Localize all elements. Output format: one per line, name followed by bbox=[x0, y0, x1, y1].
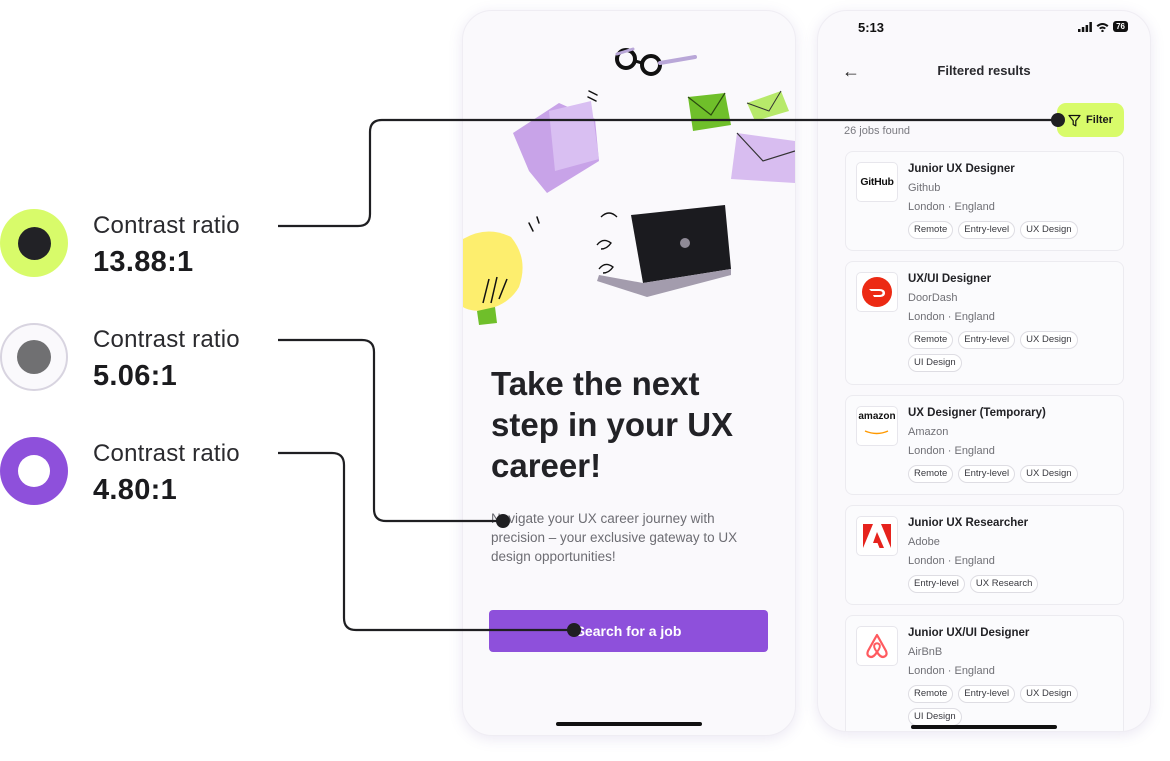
job-tag: UI Design bbox=[908, 708, 962, 726]
legend-value: 13.88:1 bbox=[93, 246, 194, 278]
hero-subtext: Navigate your UX career journey with pre… bbox=[491, 511, 738, 564]
contrast-swatch-grey bbox=[0, 323, 68, 391]
legend-item-1: Contrast ratio 13.88:1 bbox=[93, 212, 240, 279]
job-title: UX Designer (Temporary) bbox=[908, 407, 1046, 419]
job-tag: Entry-level bbox=[958, 331, 1016, 349]
status-icons: 76 bbox=[1078, 21, 1128, 32]
home-indicator bbox=[911, 725, 1057, 729]
job-location: London · England bbox=[908, 201, 995, 213]
job-card[interactable]: UX/UI Designer DoorDash London · England… bbox=[845, 261, 1124, 385]
status-time: 5:13 bbox=[858, 20, 885, 35]
adobe-icon bbox=[863, 524, 891, 548]
job-company: Github bbox=[908, 182, 941, 194]
status-bar: 5:13 76 bbox=[818, 11, 1150, 45]
envelope-icon bbox=[687, 92, 731, 131]
jobs-found-count: 26 jobs found bbox=[844, 125, 911, 137]
page-title: Filtered results bbox=[937, 63, 1031, 78]
legend-label: Contrast ratio bbox=[93, 326, 240, 353]
airbnb-logo bbox=[856, 626, 898, 666]
job-tag: Entry-level bbox=[958, 685, 1016, 703]
legend-value: 4.80:1 bbox=[93, 474, 178, 506]
job-tag: Remote bbox=[908, 685, 954, 703]
battery-icon: 76 bbox=[1113, 21, 1128, 32]
job-tag: UX Research bbox=[969, 575, 1039, 593]
job-tag: UI Design bbox=[908, 354, 962, 372]
job-tag: UX Design bbox=[1020, 221, 1078, 239]
envelope-icon bbox=[731, 132, 795, 183]
job-tag: Remote bbox=[908, 331, 954, 349]
adobe-logo bbox=[856, 516, 898, 556]
job-tag: UX Design bbox=[1020, 465, 1078, 483]
job-location: London · England bbox=[908, 445, 995, 457]
legend-item-3: Contrast ratio 4.80:1 bbox=[93, 440, 240, 507]
job-tag: Entry-level bbox=[958, 221, 1016, 239]
search-job-button[interactable]: Search for a job bbox=[489, 610, 768, 652]
job-tag: UX Design bbox=[1020, 331, 1078, 349]
job-company: Amazon bbox=[908, 426, 949, 438]
laptop-icon bbox=[596, 205, 731, 297]
job-title: UX/UI Designer bbox=[908, 273, 992, 285]
home-indicator bbox=[556, 722, 702, 726]
nav-bar: ← Filtered results bbox=[818, 59, 1150, 83]
amazon-logo-text: amazon bbox=[858, 411, 896, 422]
amazon-logo: amazon bbox=[856, 406, 898, 446]
lightbulb-icon bbox=[463, 216, 540, 325]
envelope-icon bbox=[746, 90, 789, 121]
job-tag: Entry-level bbox=[958, 465, 1016, 483]
job-tag: Remote bbox=[908, 465, 954, 483]
job-title: Junior UX Designer bbox=[908, 163, 1015, 175]
job-tag: Entry-level bbox=[908, 575, 965, 593]
contrast-swatch-dark bbox=[0, 209, 68, 277]
legend-value: 5.06:1 bbox=[93, 360, 178, 392]
airbnb-icon bbox=[866, 633, 888, 659]
legend-label: Contrast ratio bbox=[93, 212, 240, 239]
hero-headline: Take the next step in your UX career! bbox=[491, 365, 734, 484]
job-card[interactable]: amazon UX Designer (Temporary) Amazon Lo… bbox=[845, 395, 1124, 495]
amazon-smile-icon bbox=[864, 430, 889, 435]
job-title: Junior UX/UI Designer bbox=[908, 627, 1030, 639]
job-title: Junior UX Researcher bbox=[908, 517, 1029, 529]
legend-label: Contrast ratio bbox=[93, 440, 240, 467]
job-company: Adobe bbox=[908, 536, 940, 548]
results-screen: 5:13 76 ← Filtered results Filter 26 job… bbox=[817, 10, 1151, 732]
github-logo: GitHub bbox=[856, 162, 898, 202]
doordash-icon bbox=[862, 277, 892, 307]
filter-button[interactable]: Filter bbox=[1057, 103, 1124, 137]
job-tag: Remote bbox=[908, 221, 954, 239]
job-company: AirBnB bbox=[908, 646, 943, 658]
filter-label: Filter bbox=[1086, 114, 1113, 126]
job-card[interactable]: Junior UX Researcher Adobe London · Engl… bbox=[845, 505, 1124, 605]
job-company: DoorDash bbox=[908, 292, 958, 304]
job-tag: UX Design bbox=[1020, 685, 1078, 703]
github-logo-text: GitHub bbox=[860, 176, 894, 188]
job-card[interactable]: GitHub Junior UX Designer Github London … bbox=[845, 151, 1124, 251]
job-card[interactable]: Junior UX/UI Designer AirBnB London · En… bbox=[845, 615, 1124, 731]
doordash-logo bbox=[856, 272, 898, 312]
landing-screen: Take the next step in your UX career! Na… bbox=[462, 10, 796, 736]
signal-icon bbox=[1078, 21, 1092, 32]
job-location: London · England bbox=[908, 311, 995, 323]
folder-icon bbox=[513, 90, 599, 193]
filter-icon bbox=[1068, 114, 1081, 126]
wifi-icon bbox=[1096, 22, 1109, 32]
job-location: London · England bbox=[908, 555, 995, 567]
job-location: London · England bbox=[908, 665, 995, 677]
legend-item-2: Contrast ratio 5.06:1 bbox=[93, 326, 240, 393]
glasses-icon bbox=[615, 47, 697, 76]
hero-illustration bbox=[463, 47, 795, 325]
contrast-swatch-purple bbox=[0, 437, 68, 505]
